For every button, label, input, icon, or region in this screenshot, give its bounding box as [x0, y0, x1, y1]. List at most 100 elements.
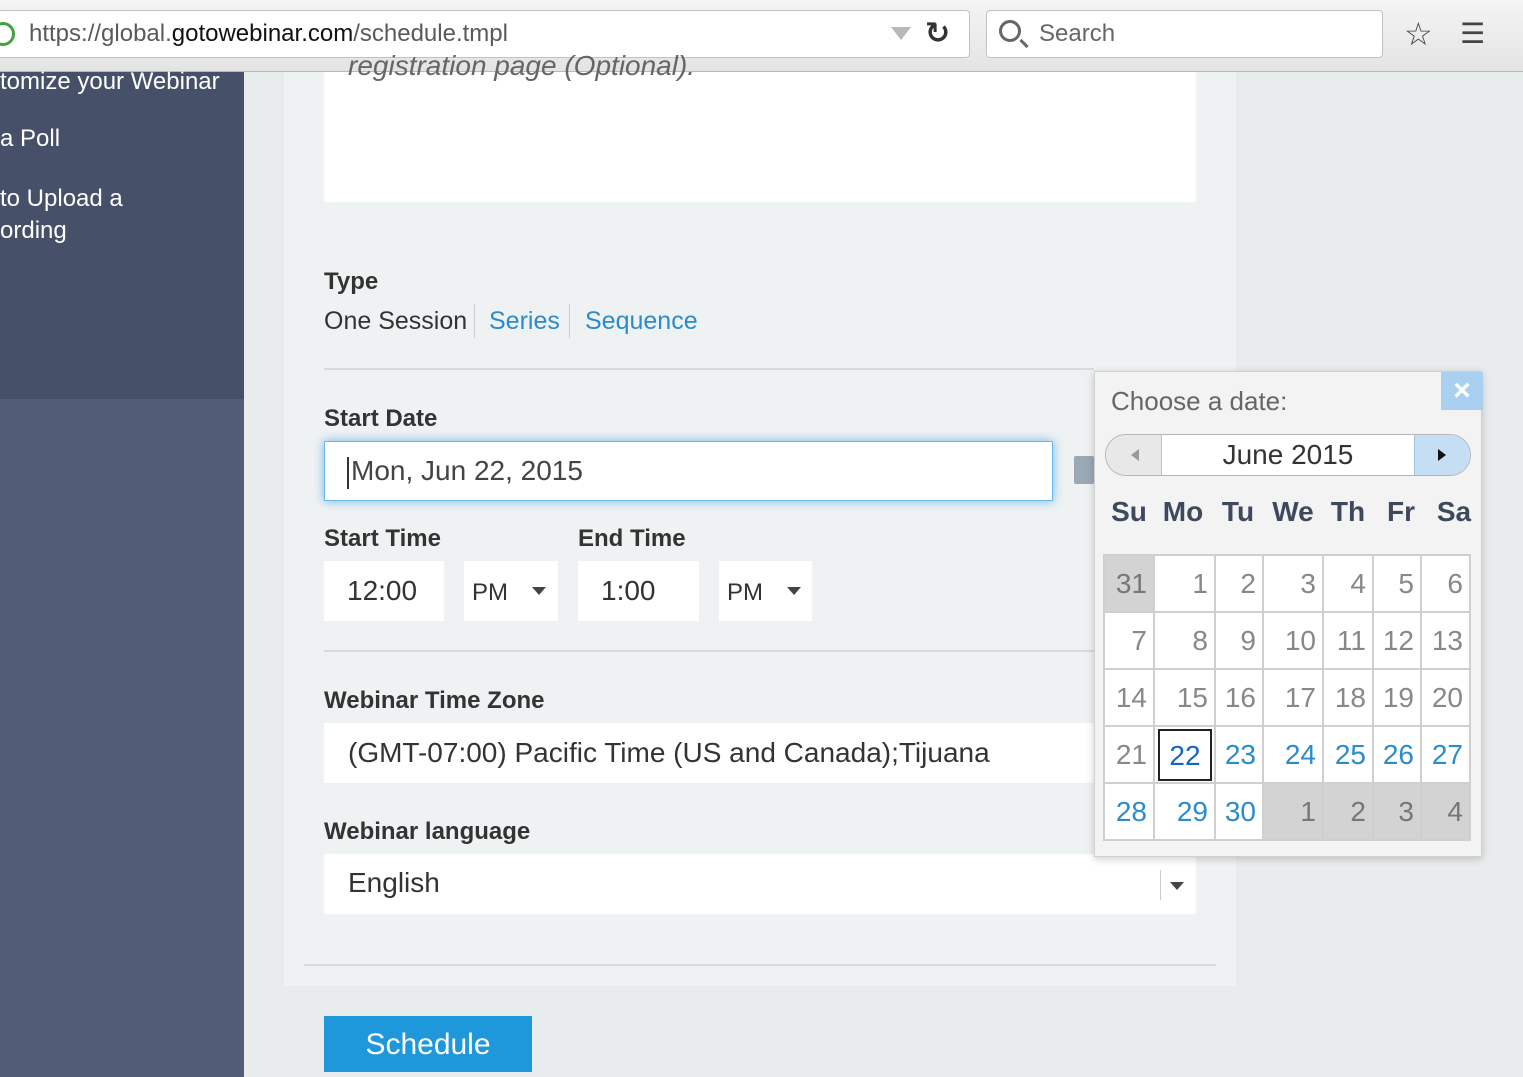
- language-select[interactable]: English: [324, 854, 1196, 914]
- type-divider: [569, 304, 570, 338]
- end-ampm-select[interactable]: PM: [719, 561, 812, 621]
- calendar-day: 10: [1262, 611, 1324, 670]
- calendar-day-number: 7: [1131, 624, 1147, 656]
- start-time-label: Start Time: [324, 525, 441, 552]
- calendar-day: 8: [1153, 611, 1216, 670]
- type-sequence-link[interactable]: Sequence: [585, 304, 698, 338]
- reload-icon[interactable]: ↻: [925, 11, 950, 57]
- start-date-label: Start Date: [324, 405, 438, 432]
- description-textarea[interactable]: registration page (Optional).: [324, 50, 1196, 202]
- calendar-day-number: 29: [1176, 795, 1208, 827]
- calendar-day-selected[interactable]: 22: [1153, 725, 1216, 784]
- search-box[interactable]: [986, 10, 1383, 58]
- calendar-day-number: 8: [1192, 624, 1208, 656]
- close-icon[interactable]: ×: [1441, 372, 1483, 410]
- calendar-week-row: 14 15 16 17 18 19 20: [1103, 668, 1471, 727]
- language-value: English: [348, 867, 440, 898]
- calendar-day: 1: [1153, 554, 1216, 613]
- calendar-day-number: 22: [1158, 728, 1212, 781]
- start-time-input[interactable]: 12:00: [324, 561, 444, 621]
- calendar-day: 4: [1322, 554, 1374, 613]
- sidebar-item-poll[interactable]: a Poll: [0, 123, 60, 155]
- start-ampm-select[interactable]: PM: [464, 561, 558, 621]
- url-domain: gotowebinar.com: [171, 20, 354, 47]
- text-cursor: [347, 456, 349, 489]
- calendar-day[interactable]: 30: [1214, 782, 1264, 841]
- start-ampm-value: PM: [472, 579, 508, 606]
- calendar-day[interactable]: 26: [1372, 725, 1422, 784]
- calendar-day-number: 17: [1284, 681, 1316, 713]
- calendar-day: 17: [1262, 668, 1324, 727]
- calendar-day-number: 20: [1431, 681, 1463, 713]
- calendar-week-row: 28 29 30 1 2 3 4: [1103, 782, 1471, 841]
- search-input[interactable]: [1037, 17, 1367, 51]
- weekday-label: We: [1272, 496, 1314, 527]
- start-date-value: Mon, Jun 22, 2015: [351, 455, 583, 486]
- calendar-day-number: 9: [1240, 624, 1256, 656]
- calendar-day[interactable]: 28: [1103, 782, 1155, 841]
- calendar-day-number: 2: [1240, 567, 1256, 599]
- calendar-day[interactable]: 23: [1214, 725, 1264, 784]
- site-security-icon[interactable]: [0, 22, 15, 46]
- type-series-link[interactable]: Series: [489, 304, 560, 338]
- calendar-day[interactable]: 29: [1153, 782, 1216, 841]
- calendar-day: 1: [1262, 782, 1324, 841]
- timezone-select[interactable]: (GMT-07:00) Pacific Time (US and Canada)…: [324, 723, 1094, 783]
- calendar-day: 18: [1322, 668, 1374, 727]
- calendar-day-number: 13: [1431, 624, 1463, 656]
- month-navigator: June 2015: [1105, 434, 1471, 476]
- calendar-week-row: 7 8 9 10 11 12 13: [1103, 611, 1471, 670]
- sidebar: tomize your Webinar a Poll to Upload a o…: [0, 68, 244, 1077]
- chevron-down-icon: [532, 587, 546, 595]
- calendar-day: 14: [1103, 668, 1155, 727]
- calendar-day[interactable]: 24: [1262, 725, 1324, 784]
- calendar-day: 5: [1372, 554, 1422, 613]
- calendar-day: 15: [1153, 668, 1216, 727]
- sidebar-item-upload-cont[interactable]: ording: [0, 215, 67, 247]
- browser-toolbar: https://global.gotowebinar.com/schedule.…: [0, 0, 1523, 72]
- type-divider: [474, 304, 475, 338]
- chevron-down-icon: [1170, 882, 1184, 890]
- search-icon: [999, 20, 1021, 42]
- weekday-label: Th: [1330, 496, 1366, 527]
- start-date-input[interactable]: Mon, Jun 22, 2015: [324, 441, 1053, 501]
- calendar-day: 2: [1322, 782, 1374, 841]
- schedule-button[interactable]: Schedule: [324, 1016, 532, 1072]
- calendar-day-number: 3: [1300, 567, 1316, 599]
- calendar-icon[interactable]: [1074, 456, 1094, 484]
- sidebar-item-upload[interactable]: to Upload a: [0, 183, 123, 215]
- calendar-day: 13: [1420, 611, 1471, 670]
- calendar-day-number: 16: [1224, 681, 1256, 713]
- calendar-day: 16: [1214, 668, 1264, 727]
- history-dropdown-icon[interactable]: [891, 27, 911, 40]
- reading-list-icon[interactable]: ☰: [1460, 14, 1485, 54]
- calendar-day-number: 31: [1115, 567, 1147, 599]
- calendar-day-number: 18: [1334, 681, 1366, 713]
- calendar-day-number: 1: [1192, 567, 1208, 599]
- type-one-session[interactable]: One Session: [324, 304, 467, 338]
- sidebar-item-customize[interactable]: tomize your Webinar: [0, 66, 220, 98]
- calendar-day-number: 6: [1447, 567, 1463, 599]
- calendar-day-number: 11: [1336, 624, 1366, 656]
- language-label: Webinar language: [324, 818, 531, 845]
- url-path: /schedule.tmpl: [353, 20, 508, 47]
- calendar-day-number: 1: [1300, 795, 1316, 827]
- calendar-day: 21: [1103, 725, 1155, 784]
- calendar-day: 12: [1372, 611, 1422, 670]
- calendar-day-number: 2: [1350, 795, 1366, 827]
- calendar-day-number: 27: [1431, 738, 1463, 770]
- calendar-day[interactable]: 27: [1420, 725, 1471, 784]
- prev-month-button[interactable]: [1106, 435, 1162, 475]
- divider: [304, 964, 1216, 966]
- calendar-day: 7: [1103, 611, 1155, 670]
- bookmark-star-icon[interactable]: ☆: [1404, 14, 1433, 54]
- next-month-button[interactable]: [1414, 435, 1470, 475]
- calendar-day[interactable]: 25: [1322, 725, 1374, 784]
- end-time-input[interactable]: 1:00: [578, 561, 699, 621]
- chevron-down-icon: [787, 587, 801, 595]
- calendar-day: 11: [1322, 611, 1374, 670]
- weekday-label: Sa: [1436, 496, 1472, 527]
- calendar-day-number: 10: [1284, 624, 1316, 656]
- calendar-day: 20: [1420, 668, 1471, 727]
- calendar-day: 19: [1372, 668, 1422, 727]
